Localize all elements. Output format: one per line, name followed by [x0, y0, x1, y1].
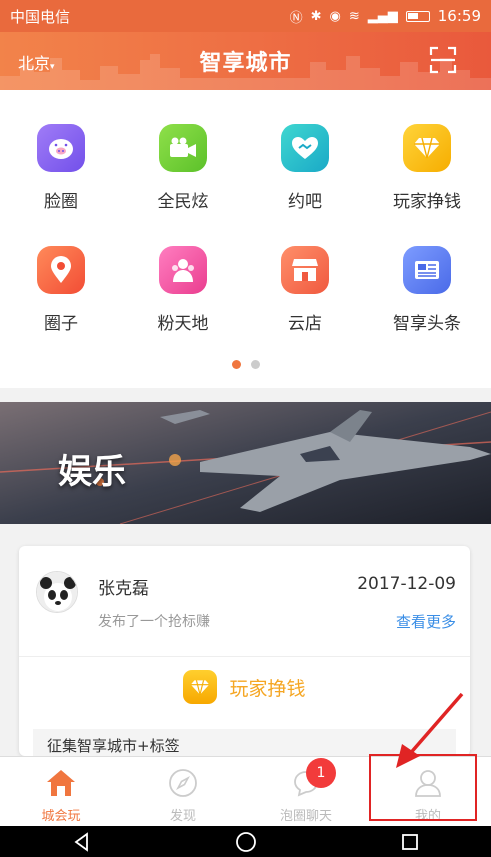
tab-home[interactable]: 城会玩: [11, 765, 111, 824]
people-icon: [159, 246, 207, 294]
heart-handshake-icon: [281, 124, 329, 172]
diamond-icon: [183, 670, 218, 704]
tab-label: 城会玩: [41, 809, 81, 824]
city-selector[interactable]: 北京▾: [18, 50, 55, 74]
grid-item-label: 全民炫: [157, 192, 209, 212]
grid-item-label: 智享头条: [393, 314, 461, 334]
post-description: 发布了一个抢标赚: [98, 614, 210, 630]
grid-item-label: 脸圈: [44, 192, 78, 212]
chat-icon: 1: [288, 758, 336, 801]
app-header: 北京▾ 智享城市: [0, 32, 491, 90]
avatar[interactable]: [36, 571, 78, 613]
bluetooth-icon: ✱: [310, 8, 322, 24]
home-icon: [43, 765, 79, 801]
video-camera-icon: [159, 124, 207, 172]
view-more-link[interactable]: 查看更多: [396, 611, 456, 632]
pager-dot[interactable]: [250, 360, 260, 369]
user-name[interactable]: 张克磊: [98, 574, 149, 599]
divider: [19, 656, 470, 657]
grid-item-quanminxuan[interactable]: 全民炫: [128, 124, 238, 212]
tab-chat[interactable]: 1 泡圈聊天: [256, 758, 356, 824]
city-label: 北京: [18, 54, 51, 73]
post-date: 2017-12-09: [357, 574, 456, 594]
tab-label: 泡圈聊天: [279, 809, 332, 824]
feature-grid: 脸圈 全民炫 约吧 玩家挣钱 圈子 粉天地 云店 智享头条: [0, 90, 491, 388]
location-pin-icon: [37, 246, 85, 294]
tab-label: 我的: [414, 809, 441, 824]
scan-icon[interactable]: [429, 46, 457, 74]
entertainment-banner[interactable]: 娱乐: [0, 402, 491, 524]
grid-item-fan-world[interactable]: 粉天地: [128, 246, 238, 334]
grid-item-face-circle[interactable]: 脸圈: [6, 124, 116, 212]
pig-icon: [37, 124, 85, 172]
grid-item-label: 云店: [288, 314, 322, 334]
player-earn-label: 玩家挣钱: [229, 677, 306, 700]
compass-icon: [165, 765, 201, 801]
grid-item-label: 粉天地: [157, 314, 209, 334]
grid-item-yueba[interactable]: 约吧: [250, 124, 360, 212]
clock: 16:59: [437, 7, 481, 25]
grid-item-label: 圈子: [44, 314, 78, 334]
annotation-arrow: [396, 692, 464, 768]
recents-icon[interactable]: [400, 832, 420, 852]
carrier-label: 中国电信: [10, 7, 71, 26]
grid-item-label: 约吧: [288, 192, 322, 212]
panda-avatar-icon: [37, 572, 77, 612]
unread-badge: 1: [306, 758, 336, 788]
grid-item-headlines[interactable]: 智享头条: [372, 246, 482, 334]
tab-mine[interactable]: 我的: [378, 765, 478, 824]
newspaper-icon: [403, 246, 451, 294]
wifi-icon: ≋: [348, 8, 360, 24]
grid-item-player-earn[interactable]: 玩家挣钱: [372, 124, 482, 212]
pager-dots: [0, 360, 491, 369]
pager-dot-active[interactable]: [231, 360, 241, 369]
sub-item-title: 征集智享城市+标签: [47, 737, 180, 755]
battery-icon: [405, 10, 430, 22]
system-nav-bar: [0, 826, 491, 857]
grid-item-cloud-store[interactable]: 云店: [250, 246, 360, 334]
store-icon: [281, 246, 329, 294]
back-icon[interactable]: [72, 831, 92, 852]
tab-label: 发现: [169, 809, 196, 824]
page-title: 智享城市: [199, 51, 292, 76]
diamond-icon: [403, 124, 451, 172]
eye-icon: ◉: [329, 8, 341, 24]
grid-item-circle[interactable]: 圈子: [6, 246, 116, 334]
caret-down-icon: ▾: [50, 62, 55, 72]
grid-item-label: 玩家挣钱: [393, 192, 461, 212]
nfc-icon: Ⓝ: [289, 10, 303, 26]
status-bar: 中国电信 Ⓝ ✱ ◉ ≋ ▂▄▆ 16:59: [0, 0, 491, 32]
tab-discover[interactable]: 发现: [133, 765, 233, 824]
signal-icon: ▂▄▆: [367, 8, 398, 24]
home-button-icon[interactable]: [235, 831, 257, 853]
person-icon: [410, 765, 446, 801]
banner-title: 娱乐: [58, 452, 126, 492]
